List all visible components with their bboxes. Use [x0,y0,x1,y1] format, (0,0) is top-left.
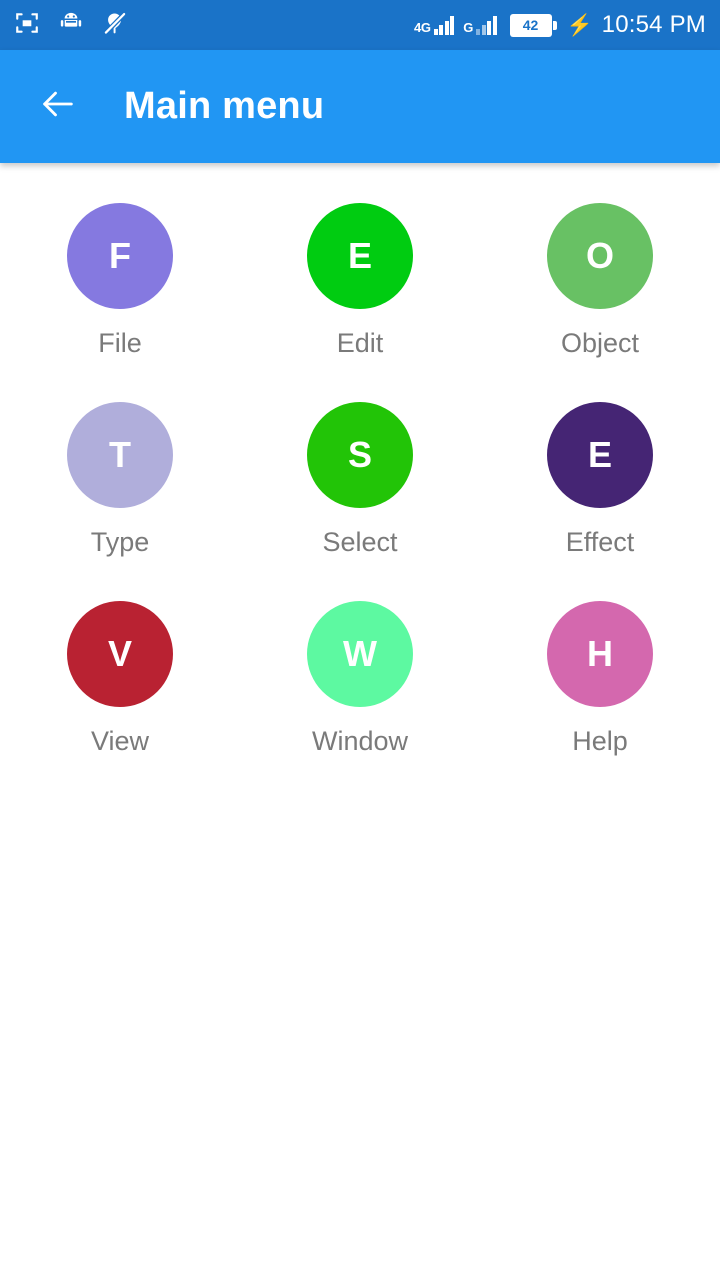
avatar: H [547,601,653,707]
menu-item-label: View [90,726,150,756]
avatar: F [67,203,173,309]
menu-item-window[interactable]: W Window [240,595,480,761]
avatar: W [307,601,413,707]
avatar-letter: T [109,434,131,475]
avatar: O [547,203,653,309]
menu-item-select[interactable]: S Select [240,396,480,562]
sim2-network-label: G [463,19,474,35]
sim1-network-label: 4G [413,19,431,35]
avatar-letter: E [347,235,372,276]
menu-item-label: Select [322,527,398,557]
avatar-letter: E [587,434,612,475]
avatar-letter: V [107,633,132,674]
back-arrow-icon [38,84,78,129]
page-title: Main menu [124,85,325,127]
avatar-letter: S [347,434,372,475]
avatar: E [547,402,653,508]
avatar-letter: W [343,633,377,674]
sim1-signal-indicator: 4G [413,15,455,35]
battery-level-label: 42 [522,17,539,33]
menu-item-label: Type [90,527,150,557]
menu-item-label: Help [572,726,628,756]
status-bar: 4G G 42 ⚡ 10:54 PM [0,0,720,50]
charging-bolt-icon: ⚡ [566,13,593,37]
avatar: T [67,402,173,508]
app-bar: Main menu [0,50,720,163]
menu-item-help[interactable]: H Help [480,595,720,761]
back-button[interactable] [34,83,82,131]
status-bar-clock: 10:54 PM [601,11,706,38]
avatar: S [307,402,413,508]
menu-item-edit[interactable]: E Edit [240,197,480,363]
menu-content: F File E Edit O Object T Type S Select E… [0,163,720,1280]
menu-item-label: File [98,328,142,358]
menu-item-label: Edit [336,328,384,358]
menu-grid: F File E Edit O Object T Type S Select E… [0,197,720,761]
avatar-letter: H [587,633,613,674]
menu-item-object[interactable]: O Object [480,197,720,363]
android-robot-icon [58,10,84,41]
screenshot-capture-icon [14,10,40,41]
menu-item-view[interactable]: V View [0,595,240,761]
menu-item-label: Window [311,726,409,756]
sim2-signal-indicator: G [463,15,497,35]
status-bar-left-icons [14,10,128,41]
menu-item-label: Object [560,328,640,358]
avatar-letter: O [585,235,614,276]
menu-item-file[interactable]: F File [0,197,240,363]
sim2-signal-bars-icon [476,15,497,35]
avatar-letter: F [109,235,131,276]
balloon-muted-icon [102,10,128,41]
battery-icon: 42 [509,13,557,37]
menu-item-label: Effect [565,527,635,557]
menu-item-type[interactable]: T Type [0,396,240,562]
sim1-signal-bars-icon [433,15,455,35]
avatar: E [307,203,413,309]
avatar: V [67,601,173,707]
menu-item-effect[interactable]: E Effect [480,396,720,562]
status-bar-right-indicators: 4G G 42 ⚡ 10:54 PM [414,13,706,37]
